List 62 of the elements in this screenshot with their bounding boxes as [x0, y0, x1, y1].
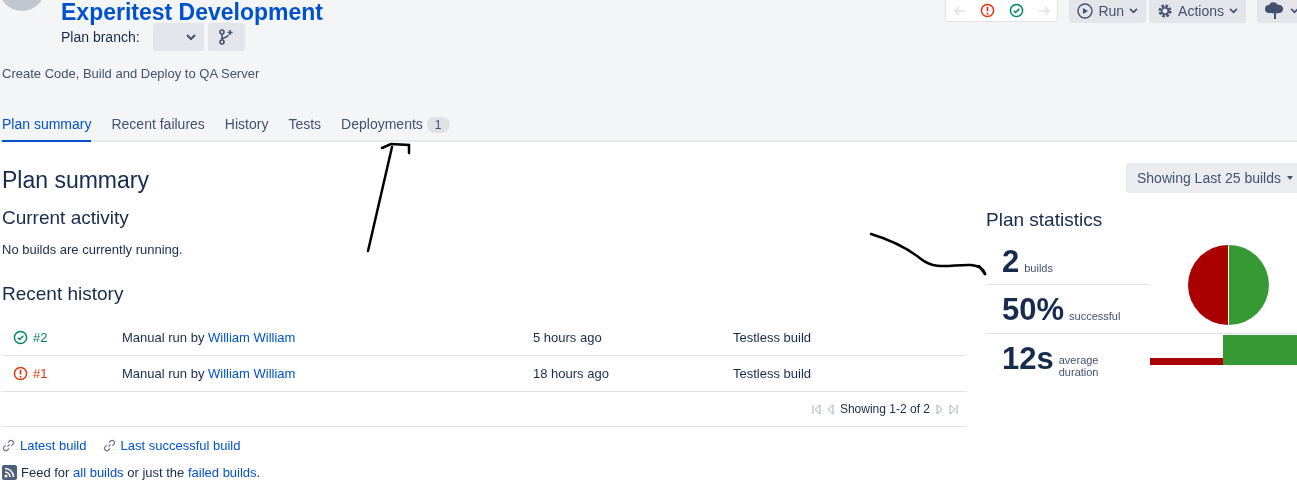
page-heading: Plan summary [2, 166, 150, 194]
build-filter-button[interactable]: Showing Last 25 builds [1126, 163, 1297, 193]
exclamation-circle-icon [979, 3, 995, 18]
trigger-text: Manual run by William William [122, 330, 297, 345]
trigger-text: Manual run by William William [122, 366, 297, 381]
cloud-upload-icon [1265, 2, 1285, 20]
user-link[interactable]: William William [208, 366, 296, 381]
play-circle-icon [1077, 3, 1094, 19]
chevron-down-icon [1229, 8, 1238, 14]
chevron-down-icon [1129, 8, 1139, 14]
feed-text: Feed for all builds or just the failed builds. [21, 465, 261, 480]
count-badge: 1 [426, 117, 450, 133]
user-link[interactable]: William William [208, 330, 296, 345]
settings-icon [1157, 3, 1174, 19]
stat-value: 50% [1002, 292, 1065, 328]
check-circle-icon [13, 330, 28, 345]
tab[interactable]: History [224, 100, 269, 142]
build-time: 18 hours ago [533, 366, 610, 381]
plan-title: Experitest Development [61, 0, 324, 25]
stat-label: successful [1069, 310, 1121, 322]
section-heading: Current activity [2, 206, 130, 230]
rss-icon [2, 465, 17, 480]
tab[interactable]: Plan summary [2, 100, 92, 142]
section-heading: Recent history [2, 282, 125, 306]
link-icon [102, 439, 116, 452]
test-summary: Testless build [733, 330, 813, 345]
plan-description: Create Code, Build and Deploy to QA Server [2, 66, 260, 81]
create-branch-button[interactable] [207, 23, 245, 51]
link-icon [2, 439, 15, 452]
run-button[interactable]: Run [1069, 0, 1147, 23]
chevron-down-icon [185, 33, 196, 41]
tab[interactable]: Tests [288, 100, 322, 142]
branch-icon [219, 29, 234, 45]
test-summary: Testless build [733, 366, 813, 381]
status-text: No builds are currently running. [2, 242, 184, 257]
first-page-icon[interactable] [811, 403, 821, 415]
stat-value: 2 [1002, 244, 1020, 280]
left-arrow-icon[interactable] [953, 5, 966, 16]
chevron-down-icon [1290, 8, 1297, 14]
build-link[interactable]: #1 [33, 366, 48, 381]
tab[interactable]: Recent failures [111, 100, 205, 142]
previous-page-icon[interactable] [825, 403, 835, 415]
last-page-icon[interactable] [949, 403, 958, 415]
chevron-down-icon [1287, 176, 1293, 180]
build-time: 5 hours ago [533, 330, 603, 345]
check-circle-icon [1009, 3, 1024, 18]
right-arrow-icon[interactable] [1038, 5, 1051, 16]
feed-link[interactable]: failed builds [187, 465, 257, 480]
build-link[interactable]: Last successful build [120, 438, 241, 453]
section-heading: Plan statistics [986, 208, 1103, 232]
feed-link[interactable]: all builds [73, 465, 124, 480]
stat-value: 12s [1002, 341, 1054, 377]
exclamation-circle-icon [13, 366, 28, 381]
pagination-text: Showing 1-2 of 2 [839, 402, 930, 416]
build-link[interactable]: Latest build [20, 438, 87, 453]
actions-button[interactable]: Actions [1149, 0, 1246, 23]
stat-label: average duration [1058, 353, 1100, 378]
next-page-icon[interactable] [935, 403, 944, 415]
build-link[interactable]: #2 [33, 330, 48, 345]
branch-label: Plan branch: [61, 29, 140, 45]
tab[interactable]: Deployments 1 [341, 100, 450, 142]
stat-label: builds [1024, 262, 1053, 274]
